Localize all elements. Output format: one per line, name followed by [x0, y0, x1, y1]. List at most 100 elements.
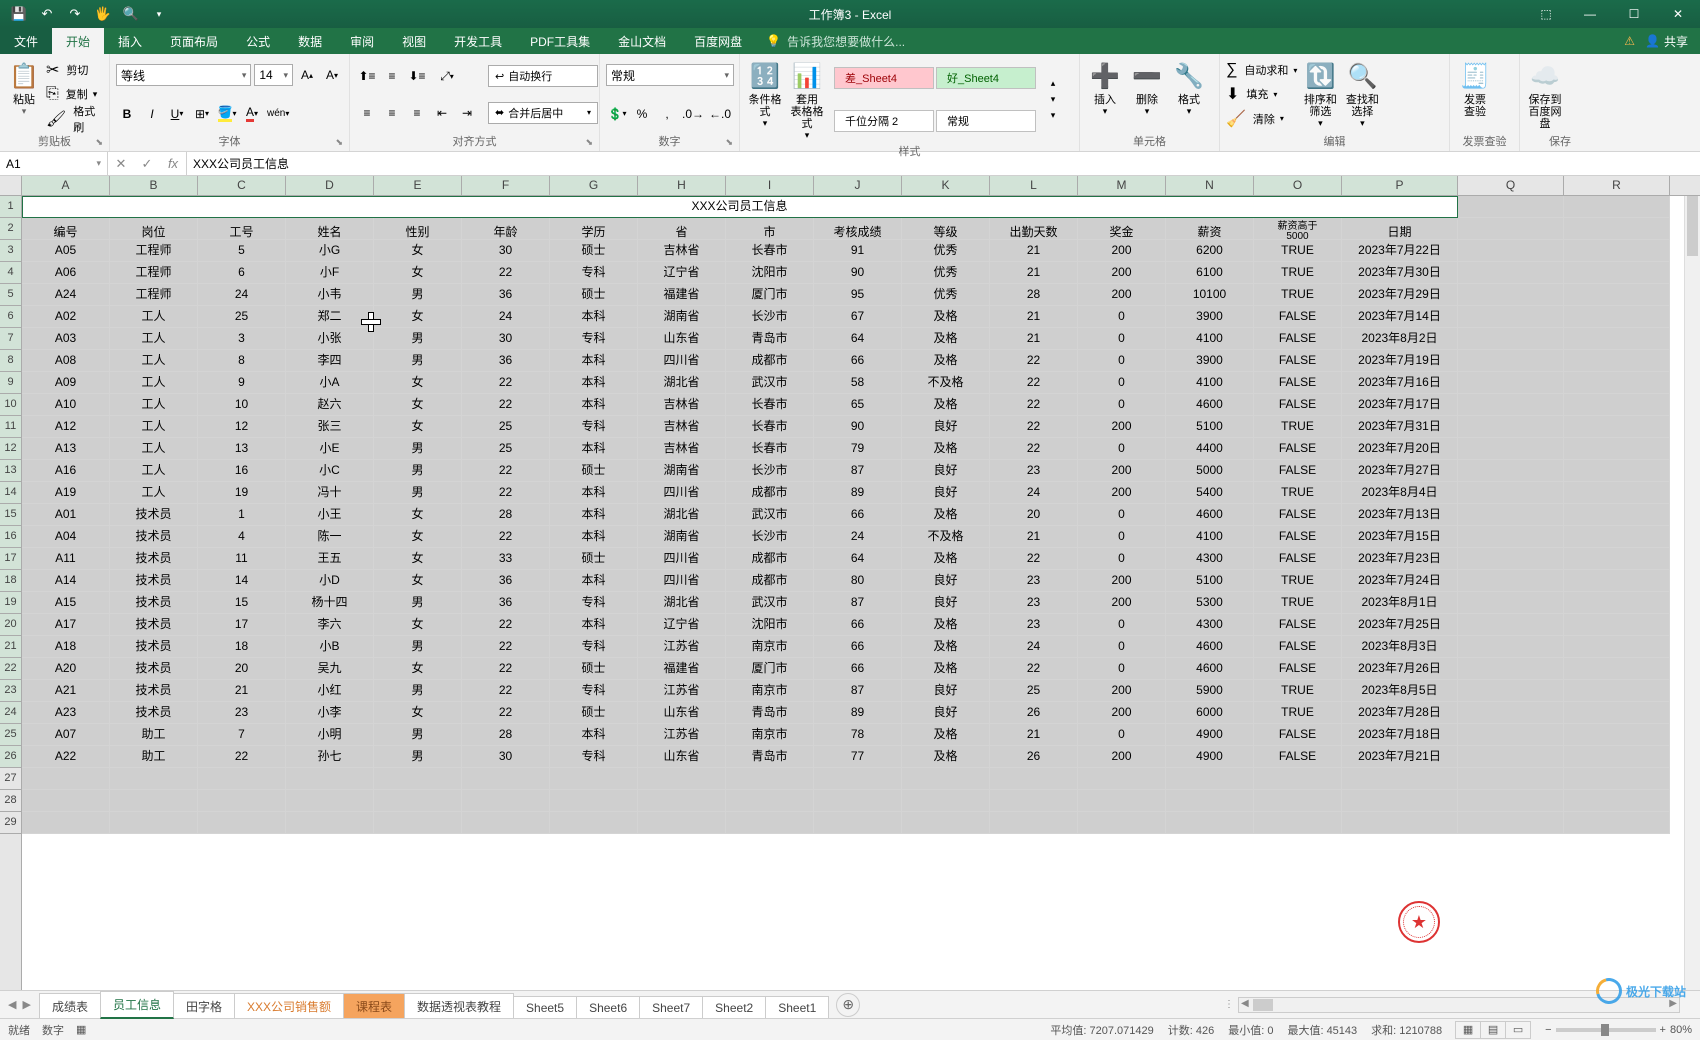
cell[interactable]: 工人: [110, 306, 198, 328]
cell[interactable]: 200: [1078, 702, 1166, 724]
cell[interactable]: 女: [374, 504, 462, 526]
cell[interactable]: 及格: [902, 328, 990, 350]
cell[interactable]: [990, 768, 1078, 790]
col-header-N[interactable]: N: [1166, 176, 1254, 195]
split-handle[interactable]: ⋮: [1220, 999, 1238, 1010]
cell[interactable]: [374, 768, 462, 790]
cell[interactable]: 21: [990, 306, 1078, 328]
row-header-7[interactable]: 7: [0, 328, 21, 350]
row-header-25[interactable]: 25: [0, 724, 21, 746]
wrap-text-button[interactable]: ↩自动换行: [488, 65, 598, 87]
cell[interactable]: 21: [990, 262, 1078, 284]
header-cell[interactable]: 性别: [374, 218, 462, 240]
cell[interactable]: [1564, 284, 1670, 306]
cell[interactable]: 小红: [286, 680, 374, 702]
cell[interactable]: 2023年7月24日: [1342, 570, 1458, 592]
cell[interactable]: 助工: [110, 724, 198, 746]
cell[interactable]: [902, 812, 990, 834]
col-header-M[interactable]: M: [1078, 176, 1166, 195]
cell[interactable]: A13: [22, 438, 110, 460]
tab-review[interactable]: 审阅: [336, 28, 388, 54]
cell[interactable]: 孙七: [286, 746, 374, 768]
cell[interactable]: 沈阳市: [726, 262, 814, 284]
cell[interactable]: TRUE: [1254, 262, 1342, 284]
format-cells-button[interactable]: 🔧格式▾: [1170, 58, 1208, 131]
qat-dropdown-icon[interactable]: ▾: [146, 2, 172, 26]
cell[interactable]: 南京市: [726, 636, 814, 658]
cell[interactable]: 95: [814, 284, 902, 306]
cell[interactable]: 及格: [902, 504, 990, 526]
tab-file[interactable]: 文件: [0, 28, 52, 54]
cell[interactable]: 4900: [1166, 746, 1254, 768]
cell[interactable]: [1564, 570, 1670, 592]
cell[interactable]: [1458, 196, 1564, 218]
cell[interactable]: 优秀: [902, 262, 990, 284]
cell[interactable]: [1458, 460, 1564, 482]
cell[interactable]: 87: [814, 460, 902, 482]
cell[interactable]: 22: [462, 658, 550, 680]
tab-wps[interactable]: 金山文档: [604, 28, 680, 54]
cell[interactable]: 湖南省: [638, 306, 726, 328]
cell[interactable]: FALSE: [1254, 548, 1342, 570]
cell[interactable]: 专科: [550, 680, 638, 702]
cell[interactable]: [1564, 768, 1670, 790]
cell[interactable]: 工人: [110, 394, 198, 416]
scrollbar-thumb[interactable]: [1253, 999, 1273, 1011]
scrollbar-thumb[interactable]: [1687, 196, 1698, 256]
cell[interactable]: 22: [462, 482, 550, 504]
cell[interactable]: 25: [990, 680, 1078, 702]
cell[interactable]: 2023年7月21日: [1342, 746, 1458, 768]
cell[interactable]: [374, 790, 462, 812]
cell[interactable]: FALSE: [1254, 460, 1342, 482]
cell[interactable]: 女: [374, 702, 462, 724]
cell[interactable]: 87: [814, 680, 902, 702]
cell[interactable]: [1564, 394, 1670, 416]
cell[interactable]: 66: [814, 614, 902, 636]
cell[interactable]: 4100: [1166, 372, 1254, 394]
font-size-combo[interactable]: 14▾: [254, 64, 293, 86]
cell[interactable]: 吉林省: [638, 240, 726, 262]
cell[interactable]: [110, 768, 198, 790]
cell[interactable]: 硕士: [550, 702, 638, 724]
cell[interactable]: 22: [462, 680, 550, 702]
cell[interactable]: 四川省: [638, 548, 726, 570]
cell[interactable]: 及格: [902, 636, 990, 658]
tab-data[interactable]: 数据: [284, 28, 336, 54]
align-middle-button[interactable]: ≡: [381, 65, 403, 87]
style-good[interactable]: 好_Sheet4: [936, 67, 1036, 89]
cell[interactable]: 21: [198, 680, 286, 702]
cell[interactable]: [1564, 548, 1670, 570]
cell[interactable]: 2023年7月17日: [1342, 394, 1458, 416]
cell[interactable]: [726, 812, 814, 834]
cell[interactable]: TRUE: [1254, 284, 1342, 306]
cell[interactable]: 女: [374, 526, 462, 548]
phonetic-button[interactable]: wén▾: [266, 103, 290, 125]
cell[interactable]: [1254, 768, 1342, 790]
cell[interactable]: 0: [1078, 306, 1166, 328]
tab-pdf[interactable]: PDF工具集: [516, 28, 604, 54]
cell[interactable]: [1254, 790, 1342, 812]
cell[interactable]: [1458, 328, 1564, 350]
indent-inc-button[interactable]: ⇥: [456, 102, 478, 124]
header-cell[interactable]: 薪资: [1166, 218, 1254, 240]
cell[interactable]: 2023年7月18日: [1342, 724, 1458, 746]
cell[interactable]: 11: [198, 548, 286, 570]
currency-button[interactable]: 💲▾: [606, 103, 628, 125]
cell[interactable]: A17: [22, 614, 110, 636]
cell[interactable]: [1458, 636, 1564, 658]
share-button[interactable]: 👤共享: [1645, 33, 1688, 50]
nav-prev-icon[interactable]: ◀: [8, 998, 16, 1011]
cell[interactable]: 87: [814, 592, 902, 614]
cell[interactable]: [1458, 746, 1564, 768]
cell[interactable]: 小D: [286, 570, 374, 592]
sheet-tab[interactable]: Sheet1: [765, 996, 829, 1019]
save-cloud-button[interactable]: ☁️保存到 百度网盘: [1526, 58, 1564, 131]
cell[interactable]: 22: [990, 394, 1078, 416]
row-header-11[interactable]: 11: [0, 416, 21, 438]
cell[interactable]: 女: [374, 240, 462, 262]
launcher-icon[interactable]: ⬊: [335, 137, 343, 148]
cell[interactable]: [1564, 812, 1670, 834]
cell[interactable]: A23: [22, 702, 110, 724]
cell[interactable]: 技术员: [110, 504, 198, 526]
style-bad[interactable]: 差_Sheet4: [834, 67, 934, 89]
